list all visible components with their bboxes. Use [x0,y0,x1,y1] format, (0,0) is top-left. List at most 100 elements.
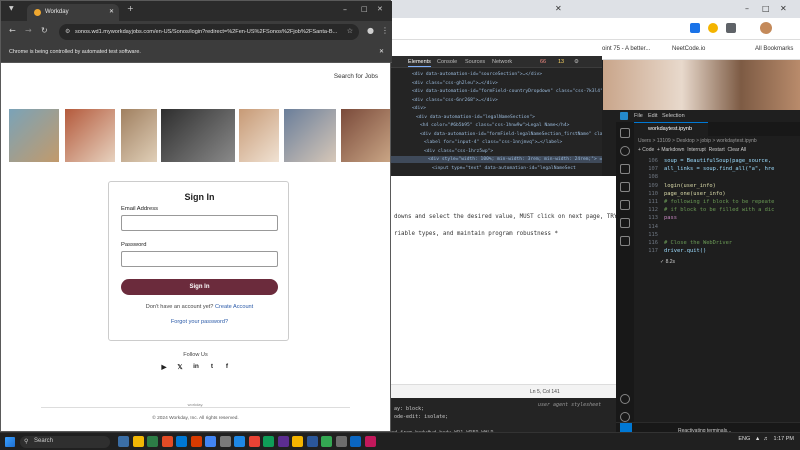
dom-node-line[interactable]: <div style="width: 100%; min-width: 3rem… [390,156,602,163]
avatar[interactable] [760,22,772,34]
tab-workday[interactable]: Workday ✕ [27,4,119,21]
extension-icon[interactable] [726,23,736,33]
minimize-icon[interactable]: – [343,5,347,14]
extension-icon[interactable] [690,23,700,33]
explorer-icon[interactable] [620,128,630,138]
cursor-position[interactable]: Ln 5, Col 141 [530,389,560,395]
profile-icon[interactable]: ● [367,26,374,35]
dom-node-line[interactable]: <div data-automation-id="formField-legal… [394,131,602,138]
minimize-icon[interactable]: – [745,4,749,13]
dom-node-line[interactable]: <h4 color="#6b5b95" class="css-1hnw9w">L… [394,122,569,129]
taskbar-app-icon[interactable] [176,436,187,447]
sign-in-button[interactable]: Sign In [121,279,278,295]
extensions-icon[interactable] [620,200,630,210]
taskbar-app-icon[interactable] [219,436,231,447]
bookmark-item[interactable]: NeetCode.io [672,46,705,52]
tab-search-icon[interactable]: ▼ [9,5,14,12]
all-bookmarks[interactable]: All Bookmarks [755,46,793,52]
taskbar-app-icon[interactable] [132,436,144,447]
close-tab-icon[interactable]: ✕ [109,8,114,15]
taskbar-app-icon[interactable] [263,436,274,447]
maximize-icon[interactable]: □ [762,4,770,13]
close-icon[interactable]: ✕ [377,5,383,13]
site-info-icon[interactable]: ⚙ [65,28,70,35]
dom-node-line[interactable]: <div class="css-1hrz5wp"> [394,148,493,155]
dom-node-line[interactable]: <div class="css-6nr268">…</div> [394,97,498,104]
address-bar[interactable]: ⚙ sonos.wd1.myworkdayjobs.com/en-US/Sono… [59,24,359,40]
taskbar-app-icon[interactable] [147,436,158,447]
password-field[interactable] [121,251,278,267]
clock[interactable]: 1:17 PM [774,436,794,442]
add-code-button[interactable]: + Code [638,147,654,153]
facebook-icon[interactable]: f [222,363,232,370]
taskbar-app-icon[interactable] [350,436,361,447]
forgot-password-link[interactable]: Forgot your password? [109,319,290,325]
tab-console[interactable]: Console [437,59,457,65]
taskbar-app-icon[interactable] [205,436,216,447]
dom-node-line[interactable]: <div class="css-gh2leu">…</div> [394,80,498,87]
taskbar-search[interactable]: ⚲ Search [20,436,110,448]
warning-count[interactable]: 13 [558,59,564,65]
extension-icon[interactable] [708,23,718,33]
tab-network[interactable]: Network [492,59,512,65]
dom-node-line[interactable]: <input type="text" data-automation-id="l… [394,165,576,172]
bookmark-item[interactable]: oint 75 - A better... [602,46,650,52]
taskbar-app-icon[interactable] [277,436,289,447]
remote-icon[interactable] [620,236,630,246]
error-count[interactable]: 66 [540,59,546,65]
forward-icon[interactable]: → [25,26,32,35]
menu-edit[interactable]: Edit [648,113,657,119]
taskbar-app-icon[interactable] [248,436,260,447]
taskbar-app-icon[interactable] [118,436,129,447]
taskbar-app-icon[interactable] [364,436,376,447]
run-debug-icon[interactable] [620,182,630,192]
search-for-jobs-link[interactable]: Search for Jobs [334,73,378,80]
dom-node-line[interactable]: <label for="input-4" class="css-1nnjmvq"… [394,139,562,146]
taskbar-app-icon[interactable] [234,436,245,447]
x-icon[interactable]: 𝕏 [175,363,185,371]
interrupt-button[interactable]: Interrupt [687,147,706,153]
wifi-icon[interactable]: ▲ [755,436,760,442]
gear-icon[interactable] [620,412,630,422]
menu-icon[interactable]: ⋮ [381,26,389,35]
language-indicator[interactable]: ENG [738,436,750,442]
close-icon[interactable]: ✕ [379,48,384,55]
add-markdown-button[interactable]: + Markdown [657,147,684,153]
taskbar-app-icon[interactable] [292,436,303,447]
tab-workdaytest[interactable]: workdaytest.ipynb [634,122,708,136]
close-icon[interactable]: ✕ [780,4,787,13]
restart-button[interactable]: Restart [709,147,725,153]
tumblr-icon[interactable]: t [207,363,217,370]
close-icon[interactable]: ✕ [555,4,562,13]
taskbar-app-icon[interactable] [190,436,202,447]
menu-file[interactable]: File [634,113,643,119]
maximize-icon[interactable]: □ [361,5,368,13]
taskbar-app-icon[interactable] [335,436,347,447]
dom-node-line[interactable]: <div data-automation-id="legalNameSectio… [394,114,535,121]
tab-sources[interactable]: Sources [465,59,485,65]
search-icon[interactable] [620,146,630,156]
back-icon[interactable]: ← [9,26,16,35]
gear-icon[interactable]: ⚙ [574,59,579,65]
dom-node-line[interactable]: <div data-automation-id="sourceSection">… [394,71,542,78]
menu-selection[interactable]: Selection [662,113,685,119]
taskbar-app-icon[interactable] [321,436,332,447]
testing-icon[interactable] [620,218,630,228]
start-icon[interactable] [5,437,15,447]
volume-icon[interactable]: ♬ [763,436,769,442]
breadcrumb[interactable]: Users > 13109 > Desktop > jobip > workda… [638,138,757,144]
taskbar-app-icon[interactable] [161,436,173,447]
account-icon[interactable] [620,394,630,404]
dom-node-line[interactable]: <div> [394,105,426,112]
tab-elements[interactable]: Elements [408,59,431,67]
source-control-icon[interactable] [620,164,630,174]
new-tab-icon[interactable]: + [127,4,134,13]
taskbar-app-icon[interactable] [306,436,318,447]
bookmark-star-icon[interactable]: ☆ [347,27,353,35]
youtube-icon[interactable]: ▶ [159,363,169,371]
linkedin-icon[interactable]: in [191,363,201,370]
reload-icon[interactable]: ↻ [41,26,48,35]
create-account-link[interactable]: Create Account [215,304,253,310]
dom-node-line[interactable]: <div data-automation-id="formField-count… [394,88,602,95]
clear-all-button[interactable]: Clear All [728,147,747,153]
